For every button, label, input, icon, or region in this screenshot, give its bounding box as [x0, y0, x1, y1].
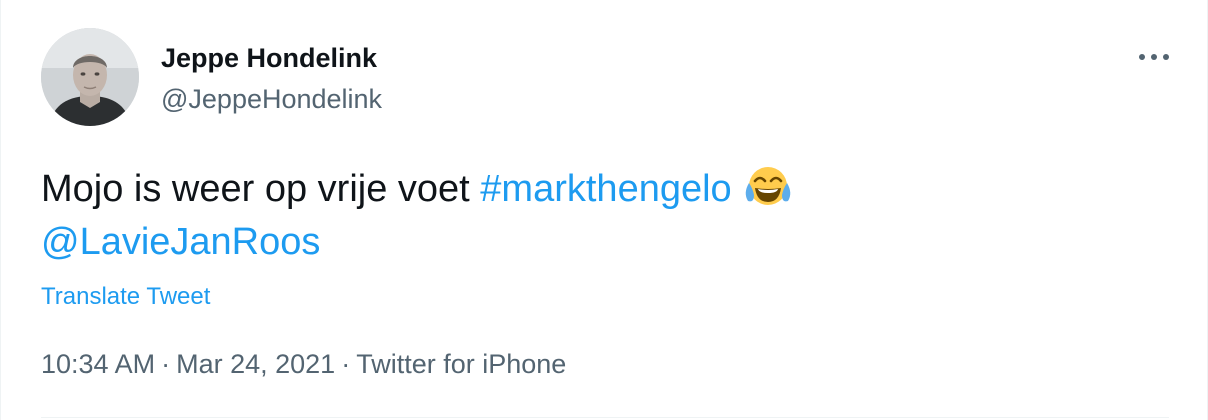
author-handle[interactable]: @JeppeHondelink: [161, 83, 382, 115]
tweet-text-line-1: Mojo is weer op vrije voet #markthengelo: [41, 163, 1151, 216]
tweet-text-main: Mojo is weer op vrije voet: [41, 168, 481, 210]
tweet-metadata: 10:34 AM · Mar 24, 2021 · Twitter for iPhone: [41, 347, 566, 381]
divider: [41, 417, 1169, 418]
tweet-time[interactable]: 10:34 AM: [41, 349, 155, 379]
more-options-button[interactable]: [1133, 42, 1175, 72]
tweet-text: Mojo is weer op vrije voet #markthengelo…: [41, 163, 1151, 269]
tweet-date[interactable]: Mar 24, 2021: [176, 349, 335, 379]
meta-separator: ·: [161, 349, 171, 379]
avatar-image: [41, 28, 139, 126]
tweet-card: Jeppe Hondelink @JeppeHondelink Mojo is …: [0, 0, 1208, 420]
author-name[interactable]: Jeppe Hondelink: [161, 42, 377, 74]
face-with-tears-of-joy-icon: [745, 167, 790, 205]
meta-separator: ·: [341, 349, 351, 379]
more-horizontal-icon: [1139, 54, 1169, 60]
tweet-text-line-2: @LavieJanRoos: [41, 216, 1151, 269]
hashtag-link[interactable]: #markthengelo: [480, 168, 731, 210]
translate-tweet-link[interactable]: Translate Tweet: [41, 282, 210, 312]
avatar[interactable]: [41, 28, 139, 126]
tweet-source[interactable]: Twitter for iPhone: [356, 349, 566, 379]
mention-link[interactable]: @LavieJanRoos: [41, 221, 320, 263]
